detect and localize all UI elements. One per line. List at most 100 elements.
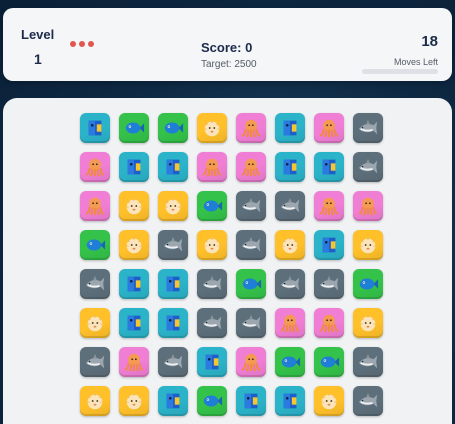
green-fish-icon xyxy=(84,234,106,256)
shark-icon xyxy=(162,234,184,256)
shark-icon xyxy=(162,351,184,373)
tile-octopus[interactable] xyxy=(80,152,110,182)
tile-angelfish[interactable] xyxy=(275,152,305,182)
tile-octopus[interactable] xyxy=(119,347,149,377)
tile-shark[interactable] xyxy=(314,269,344,299)
shark-icon xyxy=(357,351,379,373)
tile-fish[interactable] xyxy=(80,230,110,260)
level-value: 1 xyxy=(34,51,42,67)
tile-puffer[interactable] xyxy=(353,230,383,260)
menu-dot xyxy=(88,41,94,47)
tile-angelfish[interactable] xyxy=(119,152,149,182)
angelfish-icon xyxy=(279,156,301,178)
tile-shark[interactable] xyxy=(197,269,227,299)
tile-fish[interactable] xyxy=(119,113,149,143)
tile-puffer[interactable] xyxy=(119,386,149,416)
tile-shark[interactable] xyxy=(158,230,188,260)
tile-fish[interactable] xyxy=(158,113,188,143)
angelfish-icon xyxy=(318,234,340,256)
tile-octopus[interactable] xyxy=(353,191,383,221)
tile-puffer[interactable] xyxy=(119,230,149,260)
tile-fish[interactable] xyxy=(314,347,344,377)
green-fish-icon xyxy=(279,351,301,373)
tile-puffer[interactable] xyxy=(197,113,227,143)
angelfish-icon xyxy=(162,273,184,295)
angelfish-icon xyxy=(123,312,145,334)
tile-octopus[interactable] xyxy=(80,191,110,221)
tile-angelfish[interactable] xyxy=(275,113,305,143)
tile-shark[interactable] xyxy=(275,269,305,299)
octopus-icon xyxy=(84,195,106,217)
tile-octopus[interactable] xyxy=(314,308,344,338)
menu-dot xyxy=(70,41,76,47)
angelfish-icon xyxy=(123,273,145,295)
tile-fish[interactable] xyxy=(197,386,227,416)
pufferfish-icon xyxy=(123,390,145,412)
tile-puffer[interactable] xyxy=(197,230,227,260)
tile-angelfish[interactable] xyxy=(119,308,149,338)
tile-puffer[interactable] xyxy=(314,386,344,416)
tile-puffer[interactable] xyxy=(119,191,149,221)
octopus-icon xyxy=(318,195,340,217)
green-fish-icon xyxy=(162,117,184,139)
tile-shark[interactable] xyxy=(353,386,383,416)
tile-angelfish[interactable] xyxy=(158,269,188,299)
green-fish-icon xyxy=(123,117,145,139)
tile-angelfish[interactable] xyxy=(158,386,188,416)
angelfish-icon xyxy=(162,312,184,334)
tile-fish[interactable] xyxy=(236,269,266,299)
tile-octopus[interactable] xyxy=(197,152,227,182)
pufferfish-icon xyxy=(84,312,106,334)
score-label: Score: 0 xyxy=(201,40,253,55)
menu-dot xyxy=(79,41,85,47)
tile-puffer[interactable] xyxy=(80,308,110,338)
tile-shark[interactable] xyxy=(158,347,188,377)
tile-octopus[interactable] xyxy=(314,191,344,221)
tile-shark[interactable] xyxy=(197,308,227,338)
tile-octopus[interactable] xyxy=(236,347,266,377)
moves-left-value: 18 xyxy=(421,33,438,50)
tile-fish[interactable] xyxy=(275,347,305,377)
target-label: Target: 2500 xyxy=(201,59,257,70)
tile-shark[interactable] xyxy=(236,308,266,338)
octopus-icon xyxy=(240,117,262,139)
tile-puffer[interactable] xyxy=(353,308,383,338)
level-label: Level xyxy=(21,27,55,42)
tile-shark[interactable] xyxy=(275,191,305,221)
tile-angelfish[interactable] xyxy=(158,308,188,338)
tile-puffer[interactable] xyxy=(275,230,305,260)
tile-shark[interactable] xyxy=(236,191,266,221)
tile-puffer[interactable] xyxy=(80,386,110,416)
menu-dots-icon[interactable] xyxy=(70,41,94,47)
tile-angelfish[interactable] xyxy=(197,347,227,377)
green-fish-icon xyxy=(201,195,223,217)
tile-octopus[interactable] xyxy=(236,152,266,182)
pufferfish-icon xyxy=(123,195,145,217)
tile-octopus[interactable] xyxy=(275,308,305,338)
tile-shark[interactable] xyxy=(353,152,383,182)
game-header: Level 1 Score: 0 Target: 2500 18 Moves L… xyxy=(3,8,452,81)
tile-shark[interactable] xyxy=(236,230,266,260)
pufferfish-icon xyxy=(162,195,184,217)
pufferfish-icon xyxy=(357,312,379,334)
tile-shark[interactable] xyxy=(353,347,383,377)
tile-angelfish[interactable] xyxy=(314,230,344,260)
tile-puffer[interactable] xyxy=(158,191,188,221)
tile-angelfish[interactable] xyxy=(275,386,305,416)
tile-octopus[interactable] xyxy=(236,113,266,143)
tile-angelfish[interactable] xyxy=(314,152,344,182)
octopus-icon xyxy=(357,195,379,217)
octopus-icon xyxy=(84,156,106,178)
tile-shark[interactable] xyxy=(80,269,110,299)
shark-icon xyxy=(201,273,223,295)
tile-angelfish[interactable] xyxy=(158,152,188,182)
green-fish-icon xyxy=(201,390,223,412)
tile-angelfish[interactable] xyxy=(119,269,149,299)
tile-fish[interactable] xyxy=(197,191,227,221)
tile-angelfish[interactable] xyxy=(236,386,266,416)
tile-octopus[interactable] xyxy=(314,113,344,143)
tile-angelfish[interactable] xyxy=(80,113,110,143)
tile-shark[interactable] xyxy=(80,347,110,377)
tile-fish[interactable] xyxy=(353,269,383,299)
tile-shark[interactable] xyxy=(353,113,383,143)
